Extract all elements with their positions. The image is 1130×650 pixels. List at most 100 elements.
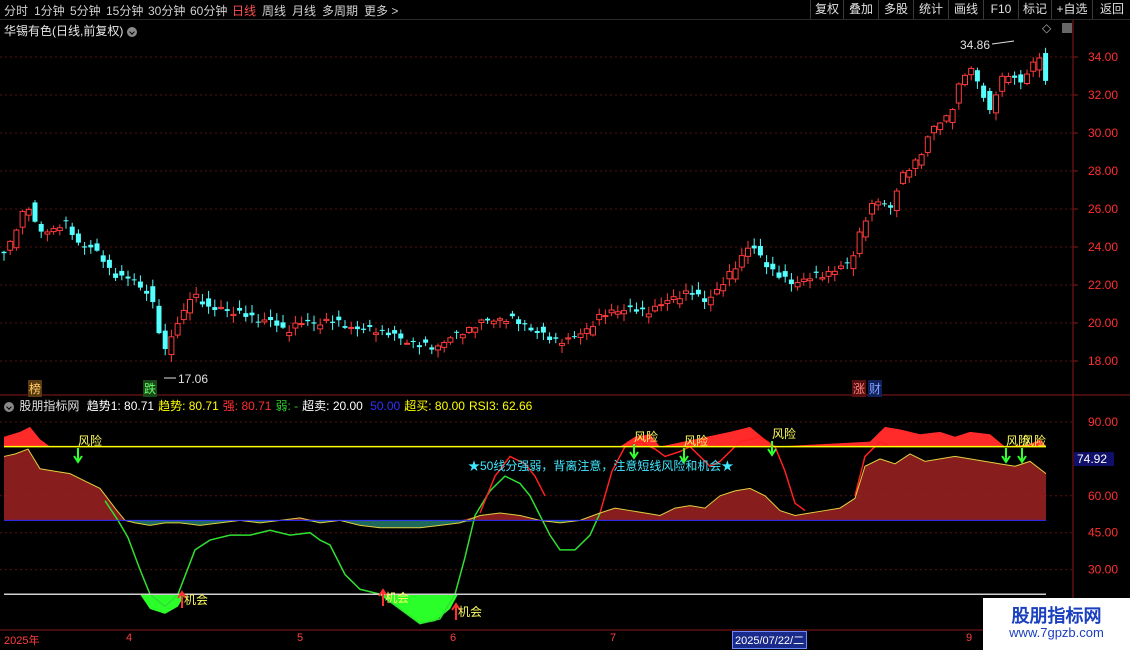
candle-body bbox=[447, 337, 454, 343]
x-label-month-5: 5 bbox=[297, 632, 304, 644]
candle-body bbox=[881, 203, 887, 205]
indicator-value-1: 趋势: 80.71 bbox=[158, 399, 219, 413]
close-icon bbox=[1062, 23, 1072, 33]
candle-body bbox=[19, 210, 26, 228]
candle-body bbox=[187, 299, 193, 314]
price-tick-label: 28.00 bbox=[1088, 164, 1118, 178]
candle-body bbox=[702, 298, 708, 302]
candle-body bbox=[583, 328, 590, 334]
indicator-value-4: 超卖: 20.00 bbox=[302, 399, 363, 413]
indicator-value-7: RSI3: 62.66 bbox=[468, 399, 533, 413]
diamond-icon: ◇ bbox=[1042, 21, 1052, 35]
risk-label: 风险 bbox=[772, 426, 796, 441]
candle-body bbox=[361, 328, 367, 330]
candle-body bbox=[94, 243, 100, 251]
candle-body bbox=[602, 315, 609, 318]
candle-body bbox=[745, 247, 751, 257]
stock-title[interactable]: 华锡有色(日线,前复权) bbox=[4, 22, 138, 39]
candle-body bbox=[1012, 75, 1018, 78]
candle-body bbox=[162, 330, 168, 350]
candle-body bbox=[249, 312, 255, 316]
candle-body bbox=[862, 220, 869, 238]
candle-body bbox=[429, 347, 435, 350]
candle-body bbox=[286, 331, 293, 337]
risk-label: 风险 bbox=[684, 433, 708, 448]
candle-body bbox=[1018, 74, 1024, 83]
candle-body bbox=[875, 201, 882, 206]
candle-body bbox=[955, 83, 962, 104]
candle-body bbox=[317, 324, 324, 330]
candle-body bbox=[13, 229, 20, 249]
candle-body bbox=[330, 321, 336, 323]
chevron-down-icon[interactable] bbox=[4, 401, 14, 412]
candle-body bbox=[82, 246, 88, 248]
candle-body bbox=[962, 74, 968, 86]
candle-body bbox=[776, 272, 782, 278]
cai-badge[interactable]: 财 bbox=[868, 380, 883, 397]
price-tick-label: 26.00 bbox=[1088, 202, 1118, 216]
candle-body bbox=[435, 345, 441, 351]
candle-body bbox=[485, 318, 491, 321]
candle-body bbox=[69, 226, 75, 235]
candle-body bbox=[503, 321, 510, 324]
candle-body bbox=[528, 327, 534, 331]
candle-body bbox=[645, 313, 652, 318]
price-tick-label: 18.00 bbox=[1088, 354, 1118, 368]
candle-body bbox=[119, 270, 125, 276]
candle-body bbox=[410, 340, 416, 343]
candle-body bbox=[38, 223, 44, 232]
indicator-tick-label: 90.00 bbox=[1088, 415, 1118, 429]
candle-body bbox=[274, 320, 280, 326]
candle-body bbox=[199, 301, 205, 305]
indicator-tick-label: 60.00 bbox=[1088, 489, 1118, 503]
candle-body bbox=[305, 319, 311, 322]
candle-body bbox=[311, 322, 317, 324]
risk-label: 风险 bbox=[1022, 433, 1046, 448]
candle-body bbox=[547, 336, 553, 341]
candle-body bbox=[454, 331, 460, 333]
candle-body bbox=[218, 306, 224, 310]
indicator-value-3: 弱: - bbox=[275, 399, 299, 413]
candle-body bbox=[577, 333, 584, 338]
candle-body bbox=[813, 271, 819, 273]
candle-body bbox=[707, 296, 714, 306]
candle-body bbox=[509, 313, 515, 317]
chevron-down-icon[interactable] bbox=[127, 26, 138, 37]
indicator-value-0: 趋势1: 80.71 bbox=[86, 399, 155, 413]
candle-body bbox=[268, 316, 274, 320]
candle-body bbox=[770, 263, 776, 270]
candle-body bbox=[1005, 76, 1012, 84]
zhang-badge[interactable]: 涨 bbox=[852, 380, 867, 397]
indicator-name[interactable]: 股朋指标网 bbox=[19, 399, 79, 413]
candle-body bbox=[987, 91, 993, 111]
candle-body bbox=[608, 309, 615, 314]
kline-chart[interactable]: 34.00 32.00 30.00 28.00 26.00 24.00 22.00 20.00… bbox=[0, 0, 1130, 650]
candle-body bbox=[856, 231, 863, 255]
die-badge[interactable]: 跌 bbox=[143, 380, 158, 397]
candle-body bbox=[423, 339, 429, 343]
candle-body bbox=[658, 304, 665, 307]
opportunity-label: 机会 bbox=[184, 593, 208, 607]
x-label-month-4: 4 bbox=[126, 632, 133, 644]
stock-title-text: 华锡有色(日线,前复权) bbox=[4, 24, 124, 38]
candle-body bbox=[640, 307, 646, 310]
candle-body bbox=[230, 313, 237, 317]
indicator-value-5: 50.00 bbox=[366, 399, 401, 413]
candle-body bbox=[1024, 73, 1030, 85]
candle-body bbox=[794, 282, 801, 288]
candle-body bbox=[807, 278, 813, 282]
candle-body bbox=[490, 320, 497, 325]
candle-body bbox=[1043, 53, 1049, 81]
candle-body bbox=[131, 279, 137, 281]
candle-body bbox=[193, 293, 200, 298]
candle-body bbox=[50, 228, 57, 233]
candle-body bbox=[664, 300, 671, 304]
candle-body bbox=[237, 307, 243, 311]
candle-body bbox=[373, 332, 379, 335]
bang-badge[interactable]: 榜 bbox=[28, 380, 43, 397]
opportunity-label: 机会 bbox=[458, 605, 482, 619]
candle-body bbox=[1030, 61, 1037, 72]
overbought-area bbox=[4, 426, 1046, 447]
candle-body bbox=[565, 337, 572, 340]
candle-body bbox=[416, 345, 422, 348]
